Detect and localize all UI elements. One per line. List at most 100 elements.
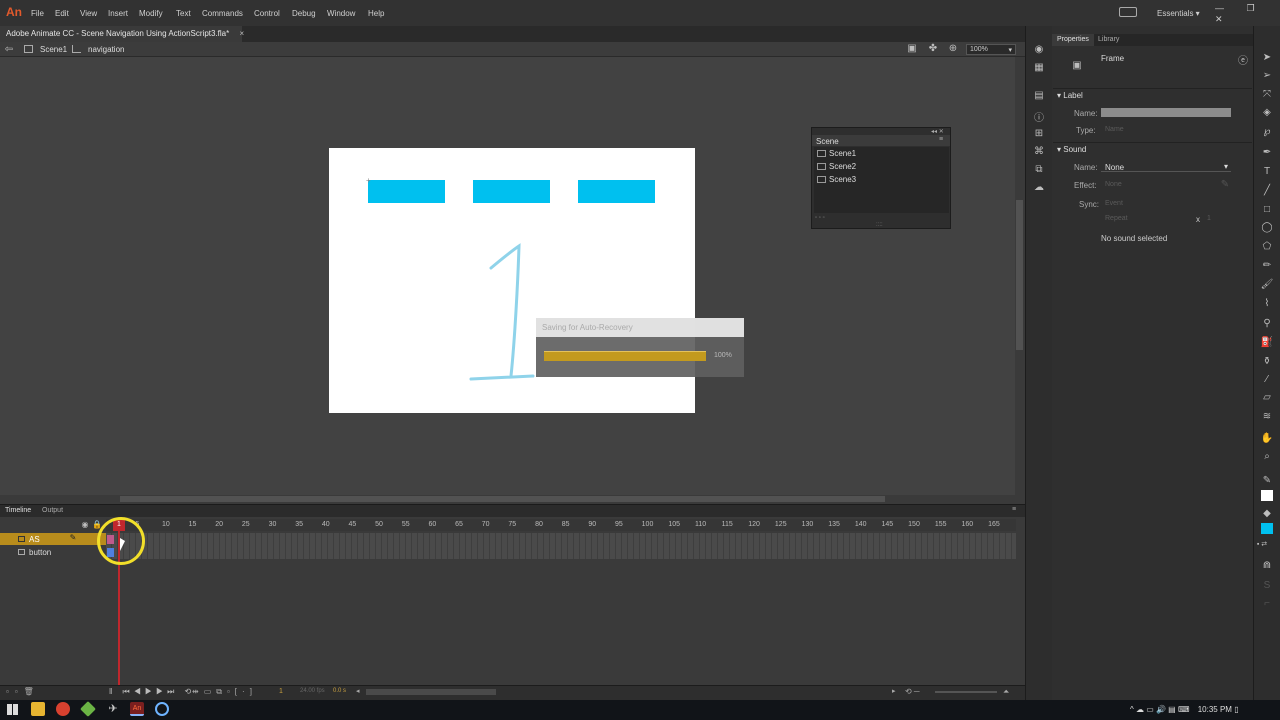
3d-rotation-icon[interactable]: ◈ — [1260, 107, 1274, 118]
stroke-swatch[interactable] — [1261, 490, 1273, 501]
transform-icon[interactable]: ⊞ — [1032, 128, 1046, 139]
close-tab-icon[interactable]: × — [239, 29, 244, 38]
label-name-input[interactable] — [1101, 108, 1231, 117]
breadcrumb-symbol[interactable]: navigation — [88, 45, 124, 54]
menu-modify[interactable]: Modify — [139, 9, 163, 18]
current-frame-field[interactable]: 1 — [279, 688, 283, 695]
menu-commands[interactable]: Commands — [202, 9, 243, 18]
polystar-tool-icon[interactable]: ⬠ — [1260, 241, 1274, 252]
layer-name-as[interactable]: AS — [29, 535, 40, 544]
brush-tool-icon[interactable]: 🖌 — [1260, 279, 1274, 290]
system-tray[interactable]: ^ ☁ ▭ 🔊 ▤ ⌨ 10:35 PM ▯ — [1130, 705, 1239, 714]
tab-timeline[interactable]: Timeline — [5, 507, 31, 514]
free-transform-icon[interactable]: ⤧ — [1260, 89, 1274, 100]
code-snippets-icon[interactable]: ⌘ — [1032, 146, 1046, 157]
windows-start-icon[interactable] — [7, 704, 18, 715]
menu-debug[interactable]: Debug — [292, 9, 316, 18]
onion-skin-controls[interactable]: ⇹▭⧉▫[·] — [192, 687, 257, 697]
subselection-tool-icon[interactable]: ➢ — [1260, 70, 1274, 81]
menu-view[interactable]: View — [80, 9, 97, 18]
scroll-left-icon[interactable]: ◂ — [356, 687, 360, 695]
tab-output[interactable]: Output — [42, 507, 63, 514]
timeline-hscroll-thumb[interactable] — [366, 689, 496, 695]
menu-file[interactable]: File — [31, 9, 44, 18]
collapse-panel-icon[interactable]: ◂◂ ✕ — [931, 128, 944, 135]
menu-text[interactable]: Text — [176, 9, 191, 18]
scene-panel-actions[interactable]: ▫ ▫ ▫ — [815, 215, 825, 221]
tab-library[interactable]: Library — [1098, 36, 1119, 43]
menu-window[interactable]: Window — [327, 9, 355, 18]
app-tool-icon[interactable]: ✈ — [106, 702, 120, 716]
frame-grid[interactable] — [106, 533, 1016, 559]
pen-tool-icon[interactable]: ✒ — [1260, 147, 1274, 158]
label-section-toggle[interactable]: ▾ Label — [1057, 91, 1083, 100]
chrome-icon[interactable] — [56, 702, 70, 716]
scene-item-3[interactable]: Scene3 — [829, 175, 856, 184]
edit-scene-icon[interactable]: ✤ — [926, 43, 940, 54]
smooth-icon[interactable]: S — [1260, 580, 1274, 591]
clip-content-icon[interactable]: ▣ — [905, 43, 919, 54]
adobe-animate-taskbar-icon[interactable]: An — [130, 702, 144, 716]
timeline-zoom-in-icon[interactable]: ⏶ — [1003, 687, 1009, 697]
scene2-button[interactable] — [473, 180, 550, 203]
sync-select[interactable]: Event — [1105, 200, 1123, 207]
sync-settings-icon[interactable] — [1119, 7, 1137, 17]
line-tool-icon[interactable]: ╱ — [1260, 185, 1274, 196]
width-tool-icon[interactable]: ≋ — [1260, 411, 1274, 422]
cc-libraries-icon[interactable]: ☁ — [1032, 182, 1046, 193]
layer-row-as[interactable] — [0, 533, 106, 545]
layer-actions[interactable]: ▫▫🗑 — [6, 687, 40, 696]
playback-controls[interactable]: ‖ ⏮◀▶▶⏭ ⟲ — [109, 687, 195, 697]
scene-item-1[interactable]: Scene1 — [829, 149, 856, 158]
color-wheel-icon[interactable]: ◉ — [1032, 44, 1046, 55]
scene-item-2[interactable]: Scene2 — [829, 162, 856, 171]
repeat-select[interactable]: Repeat — [1105, 215, 1128, 222]
align-icon[interactable]: ▤ — [1032, 90, 1046, 101]
lasso-icon[interactable]: ℘ — [1260, 126, 1274, 137]
fill-color-icon[interactable]: ◆ — [1260, 508, 1274, 519]
oval-tool-icon[interactable]: ◯ — [1260, 222, 1274, 233]
panel-menu-icon[interactable]: ≡ — [1012, 506, 1016, 513]
straighten-icon[interactable]: ⌐ — [1260, 598, 1274, 609]
pencil-tool-icon[interactable]: ✏ — [1260, 260, 1274, 271]
fps-field[interactable]: 24.00 fps — [300, 688, 325, 694]
window-controls[interactable]: — ❐ ✕ — [1215, 3, 1280, 25]
menu-insert[interactable]: Insert — [108, 9, 128, 18]
eyedropper-icon[interactable]: ⁄ — [1260, 374, 1274, 385]
effect-select[interactable]: None — [1105, 181, 1122, 188]
swatches-icon[interactable]: ▦ — [1032, 62, 1046, 73]
help-icon[interactable]: ⓔ — [1236, 52, 1250, 67]
timeline-zoom-slider[interactable] — [935, 691, 997, 693]
sound-section-toggle[interactable]: ▾ Sound — [1057, 145, 1086, 154]
paint-bucket-icon[interactable]: ⛽ — [1260, 337, 1274, 348]
scroll-right-icon[interactable]: ▸ — [892, 687, 896, 695]
menu-control[interactable]: Control — [254, 9, 280, 18]
workspace-switcher[interactable]: Essentials ▾ — [1157, 9, 1200, 18]
ink-bottle-icon[interactable]: ⚱ — [1260, 356, 1274, 367]
menu-edit[interactable]: Edit — [55, 9, 69, 18]
panel-menu-icon[interactable]: ≡ — [939, 136, 943, 143]
label-type-select[interactable]: Name — [1105, 126, 1124, 133]
rectangle-tool-icon[interactable]: □ — [1260, 204, 1274, 215]
panel-resize-grip[interactable]: :::: — [876, 222, 883, 228]
file-explorer-icon[interactable] — [31, 702, 45, 716]
sound-name-select[interactable]: None ▾ — [1101, 161, 1231, 172]
paint-brush-icon[interactable]: ⌇ — [1260, 298, 1274, 309]
back-arrow-icon[interactable]: ⇦ — [2, 44, 16, 55]
zoom-select[interactable]: 100% ▾ — [966, 44, 1016, 55]
text-tool-icon[interactable]: T — [1260, 166, 1274, 177]
breadcrumb-scene[interactable]: Scene1 — [40, 45, 67, 54]
swap-colors-icon[interactable]: ▪ ⇄ — [1255, 540, 1269, 548]
eraser-icon[interactable]: ▱ — [1260, 392, 1274, 403]
fill-swatch[interactable] — [1261, 523, 1273, 534]
layer-row-button[interactable] — [0, 546, 106, 558]
elapsed-field[interactable]: 0.0 s — [333, 688, 346, 694]
layer-name-button[interactable]: button — [29, 548, 51, 557]
document-tab[interactable]: Adobe Animate CC - Scene Navigation Usin… — [0, 26, 244, 42]
repeat-count[interactable]: 1 — [1207, 215, 1211, 222]
app-circle-icon[interactable] — [155, 702, 169, 716]
bone-tool-icon[interactable]: ⚲ — [1260, 318, 1274, 329]
menu-help[interactable]: Help — [368, 9, 384, 18]
scene3-button[interactable] — [578, 180, 655, 203]
selection-tool-icon[interactable]: ➤ — [1260, 52, 1274, 63]
